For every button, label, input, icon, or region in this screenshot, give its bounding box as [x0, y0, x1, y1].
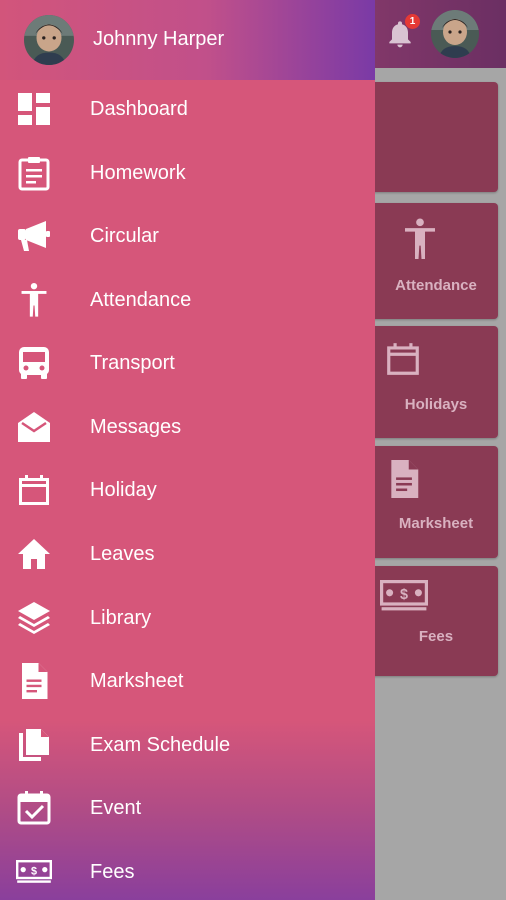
menu-item-fees[interactable]: $ Fees	[0, 841, 375, 900]
person-icon	[21, 282, 47, 317]
menu-item-marksheet[interactable]: Marksheet	[0, 650, 375, 713]
layers-icon	[18, 602, 50, 634]
notification-bell[interactable]: 1	[384, 14, 420, 50]
drawer-header: Johnny Harper	[0, 0, 375, 80]
copy-icon	[19, 729, 49, 761]
tile-label: Attendance	[395, 277, 477, 294]
menu-label: Leaves	[90, 543, 155, 565]
holidays-tile[interactable]: Holidays	[360, 326, 498, 438]
document-icon	[22, 663, 48, 699]
event-calendar-icon	[17, 791, 51, 825]
menu-item-homework[interactable]: Homework	[0, 142, 375, 205]
menu-label: Fees	[90, 861, 135, 883]
tile-label: Fees	[418, 628, 454, 645]
home-icon	[18, 539, 50, 569]
money-icon: $	[16, 860, 52, 883]
menu-label: Homework	[90, 162, 186, 184]
document-icon	[391, 460, 419, 498]
menu-label: Library	[90, 607, 152, 629]
menu-item-leaves[interactable]: Leaves	[0, 523, 375, 586]
menu-label: Exam Schedule	[90, 734, 231, 756]
tile-label: Holidays	[404, 396, 468, 413]
dashboard-tile[interactable]	[360, 82, 498, 192]
fees-tile[interactable]: $ Fees	[360, 566, 498, 676]
tile-label: Marksheet	[398, 515, 474, 532]
calendar-icon	[387, 343, 419, 375]
marksheet-tile[interactable]: Marksheet	[360, 446, 498, 558]
menu-item-event[interactable]: Event	[0, 777, 375, 840]
menu-label: Attendance	[90, 289, 192, 311]
menu-label: Transport	[90, 352, 175, 374]
clipboard-icon	[18, 157, 50, 191]
megaphone-icon	[18, 221, 50, 251]
user-name: Johnny Harper	[93, 28, 225, 50]
envelope-icon	[18, 412, 50, 442]
user-avatar[interactable]	[24, 15, 74, 65]
menu-label: Marksheet	[90, 670, 184, 692]
bus-icon	[19, 347, 49, 379]
notification-badge: 1	[405, 14, 420, 29]
menu-item-dashboard[interactable]: Dashboard	[0, 78, 375, 141]
svg-text:$: $	[400, 587, 408, 603]
header-avatar[interactable]	[431, 10, 479, 58]
menu-label: Holiday	[90, 479, 157, 501]
menu-item-messages[interactable]: Messages	[0, 396, 375, 459]
menu-item-attendance[interactable]: Attendance	[0, 269, 375, 332]
menu-item-exam-schedule[interactable]: Exam Schedule	[0, 714, 375, 777]
dashboard-icon	[18, 93, 50, 125]
calendar-icon	[19, 475, 49, 505]
person-icon	[405, 218, 435, 259]
menu-item-library[interactable]: Library	[0, 587, 375, 650]
menu-item-transport[interactable]: Transport	[0, 332, 375, 395]
svg-text:$: $	[31, 865, 37, 877]
money-icon: $	[380, 580, 428, 611]
navigation-drawer: Johnny Harper Dashboard Homework Circula…	[0, 0, 375, 900]
attendance-tile[interactable]: Attendance	[360, 203, 498, 319]
menu-label: Circular	[90, 225, 159, 247]
menu-item-holiday[interactable]: Holiday	[0, 459, 375, 522]
menu-label: Dashboard	[90, 98, 188, 120]
menu-item-circular[interactable]: Circular	[0, 205, 375, 268]
menu-label: Event	[90, 797, 142, 819]
menu-label: Messages	[90, 416, 182, 438]
